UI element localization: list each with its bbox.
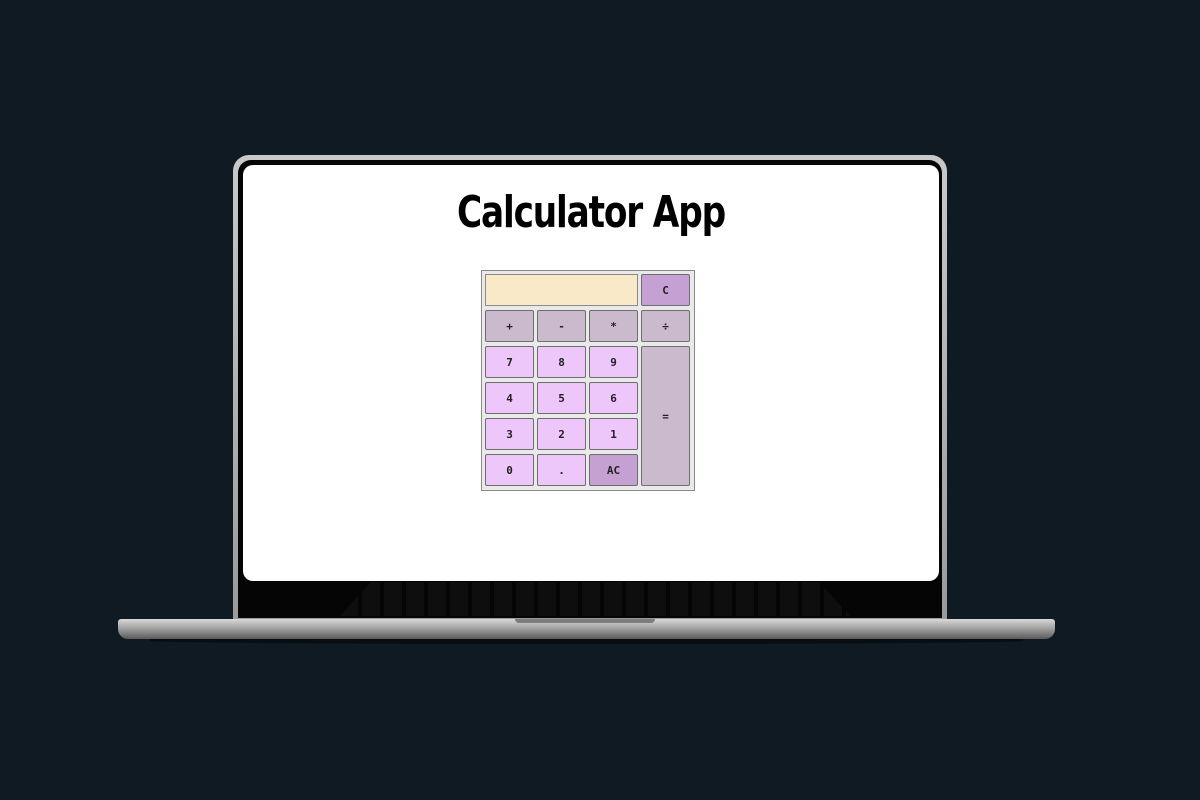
multiply-button[interactable]: * <box>589 310 638 342</box>
divide-button[interactable]: ÷ <box>641 310 690 342</box>
keyboard-reflection <box>340 582 850 616</box>
digit-0-button[interactable]: 0 <box>485 454 534 486</box>
laptop-base-notch <box>515 619 655 623</box>
digit-2-button[interactable]: 2 <box>537 418 586 450</box>
calculator: C + - * ÷ 7 8 9 = 4 5 6 3 2 1 0 . AC <box>481 270 695 491</box>
page-title: Calculator App <box>456 187 726 238</box>
equals-button[interactable]: = <box>641 346 690 486</box>
laptop-screen: Calculator App C + - * ÷ 7 8 9 = 4 5 6 3… <box>243 165 939 581</box>
stage: Calculator App C + - * ÷ 7 8 9 = 4 5 6 3… <box>0 0 1200 800</box>
add-button[interactable]: + <box>485 310 534 342</box>
all-clear-button[interactable]: AC <box>589 454 638 486</box>
digit-9-button[interactable]: 9 <box>589 346 638 378</box>
digit-7-button[interactable]: 7 <box>485 346 534 378</box>
subtract-button[interactable]: - <box>537 310 586 342</box>
clear-entry-button[interactable]: C <box>641 274 690 306</box>
digit-8-button[interactable]: 8 <box>537 346 586 378</box>
digit-4-button[interactable]: 4 <box>485 382 534 414</box>
digit-1-button[interactable]: 1 <box>589 418 638 450</box>
decimal-button[interactable]: . <box>537 454 586 486</box>
digit-3-button[interactable]: 3 <box>485 418 534 450</box>
calculator-display[interactable] <box>485 274 638 306</box>
digit-6-button[interactable]: 6 <box>589 382 638 414</box>
digit-5-button[interactable]: 5 <box>537 382 586 414</box>
